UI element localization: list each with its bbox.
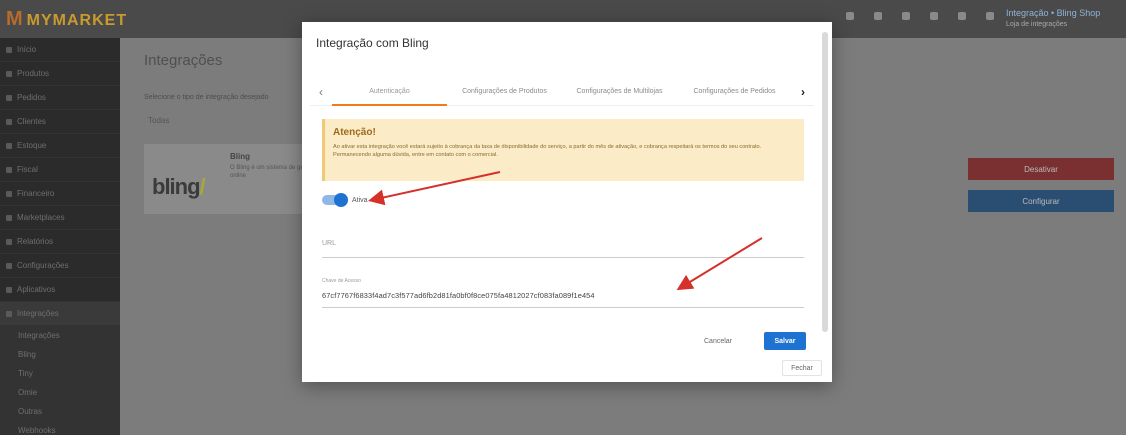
chevron-right-icon[interactable]: ›: [792, 85, 814, 99]
close-button[interactable]: Fechar: [782, 360, 822, 376]
sidebar-item[interactable]: Financeiro: [0, 182, 120, 206]
active-toggle[interactable]: [322, 193, 348, 207]
user-store: Loja de integrações: [1006, 21, 1068, 28]
box-icon: [6, 70, 12, 77]
tab-multistore-settings[interactable]: Configurações de Multilojas: [562, 78, 677, 106]
bling-logo: bling/: [152, 174, 206, 199]
access-key-field[interactable]: Chave de Acesso 67cf7767f6833f4ad7c3f577…: [322, 276, 804, 308]
sidebar-item[interactable]: Marketplaces: [0, 206, 120, 230]
sidebar-item[interactable]: Produtos: [0, 62, 120, 86]
bell-icon[interactable]: [874, 12, 882, 20]
document-icon: [6, 166, 12, 173]
money-icon: [6, 190, 12, 197]
apps-icon: [6, 286, 12, 293]
breadcrumb: Selecione o tipo de integração desejado: [144, 94, 269, 101]
grid-icon[interactable]: [986, 12, 994, 20]
sidebar-subitem[interactable]: Integrações: [0, 326, 120, 345]
app-logo[interactable]: M MYMARKET: [6, 8, 127, 31]
user-menu[interactable]: Integração • Bling Shop Loja de integraç…: [1006, 8, 1120, 28]
active-toggle-label: Ativa: [352, 196, 368, 204]
plug-icon: [6, 310, 12, 317]
home-icon: [6, 46, 12, 53]
help-icon[interactable]: [930, 12, 938, 20]
deactivate-button[interactable]: Desativar: [968, 158, 1114, 180]
chevron-left-icon[interactable]: ‹: [310, 85, 332, 99]
user-name: Integração • Bling Shop: [1006, 8, 1101, 18]
access-key-value: 67cf7767f6833f4ad7c3f577ad6fb2d81fa0bf0f…: [322, 291, 595, 300]
orders-icon: [6, 94, 12, 101]
stock-icon: [6, 142, 12, 149]
refresh-icon[interactable]: [846, 12, 854, 20]
sidebar-subitem[interactable]: Omie: [0, 383, 120, 402]
sidebar-subitem[interactable]: Bling: [0, 345, 120, 364]
flag-icon[interactable]: [902, 12, 910, 20]
modal-scrollbar[interactable]: [822, 32, 828, 332]
page-title: Integrações: [144, 52, 223, 69]
save-button[interactable]: Salvar: [764, 332, 806, 350]
sidebar-item[interactable]: Configurações: [0, 254, 120, 278]
filter-select[interactable]: Todas: [144, 112, 294, 130]
tab-order-settings[interactable]: Configurações de Pedidos: [677, 78, 792, 106]
tab-authentication[interactable]: Autenticação: [332, 78, 447, 106]
chart-icon: [6, 238, 12, 245]
sidebar: Início Produtos Pedidos Clientes Estoque…: [0, 38, 120, 435]
gear-icon: [6, 262, 12, 269]
sidebar-item[interactable]: Relatórios: [0, 230, 120, 254]
store-icon: [6, 214, 12, 221]
sidebar-item[interactable]: Estoque: [0, 134, 120, 158]
sidebar-subitem[interactable]: Webhooks: [0, 421, 120, 435]
users-icon: [6, 118, 12, 125]
access-key-label: Chave de Acesso: [322, 278, 361, 284]
sidebar-item[interactable]: Aplicativos: [0, 278, 120, 302]
card-title: Bling: [230, 152, 250, 161]
integration-modal: Integração com Bling ‹ Autenticação Conf…: [302, 22, 832, 382]
sidebar-item[interactable]: Pedidos: [0, 86, 120, 110]
url-placeholder: URL: [322, 240, 337, 247]
sidebar-item[interactable]: Clientes: [0, 110, 120, 134]
cart-icon[interactable]: [958, 12, 966, 20]
alert-text: Ao ativar esta integração você estará su…: [333, 144, 762, 158]
top-icons: [846, 12, 994, 20]
sidebar-item[interactable]: Fiscal: [0, 158, 120, 182]
alert-title: Atenção!: [333, 127, 376, 138]
tab-product-settings[interactable]: Configurações de Produtos: [447, 78, 562, 106]
cancel-button[interactable]: Cancelar: [704, 338, 732, 345]
toggle-knob: [334, 193, 348, 207]
logo-mark-icon: M: [6, 8, 24, 30]
tab-bar: ‹ Autenticação Configurações de Produtos…: [310, 78, 814, 106]
sidebar-subitem[interactable]: Tiny: [0, 364, 120, 383]
warning-alert: Atenção! Ao ativar esta integração você …: [322, 119, 804, 181]
url-field[interactable]: URL: [322, 232, 804, 258]
sidebar-item-integrations[interactable]: Integrações: [0, 302, 120, 326]
active-toggle-row: Ativa: [322, 193, 368, 207]
configure-button[interactable]: Configurar: [968, 190, 1114, 212]
sidebar-item[interactable]: Início: [0, 38, 120, 62]
modal-title: Integração com Bling: [316, 36, 429, 50]
sidebar-subitem[interactable]: Outras: [0, 402, 120, 421]
